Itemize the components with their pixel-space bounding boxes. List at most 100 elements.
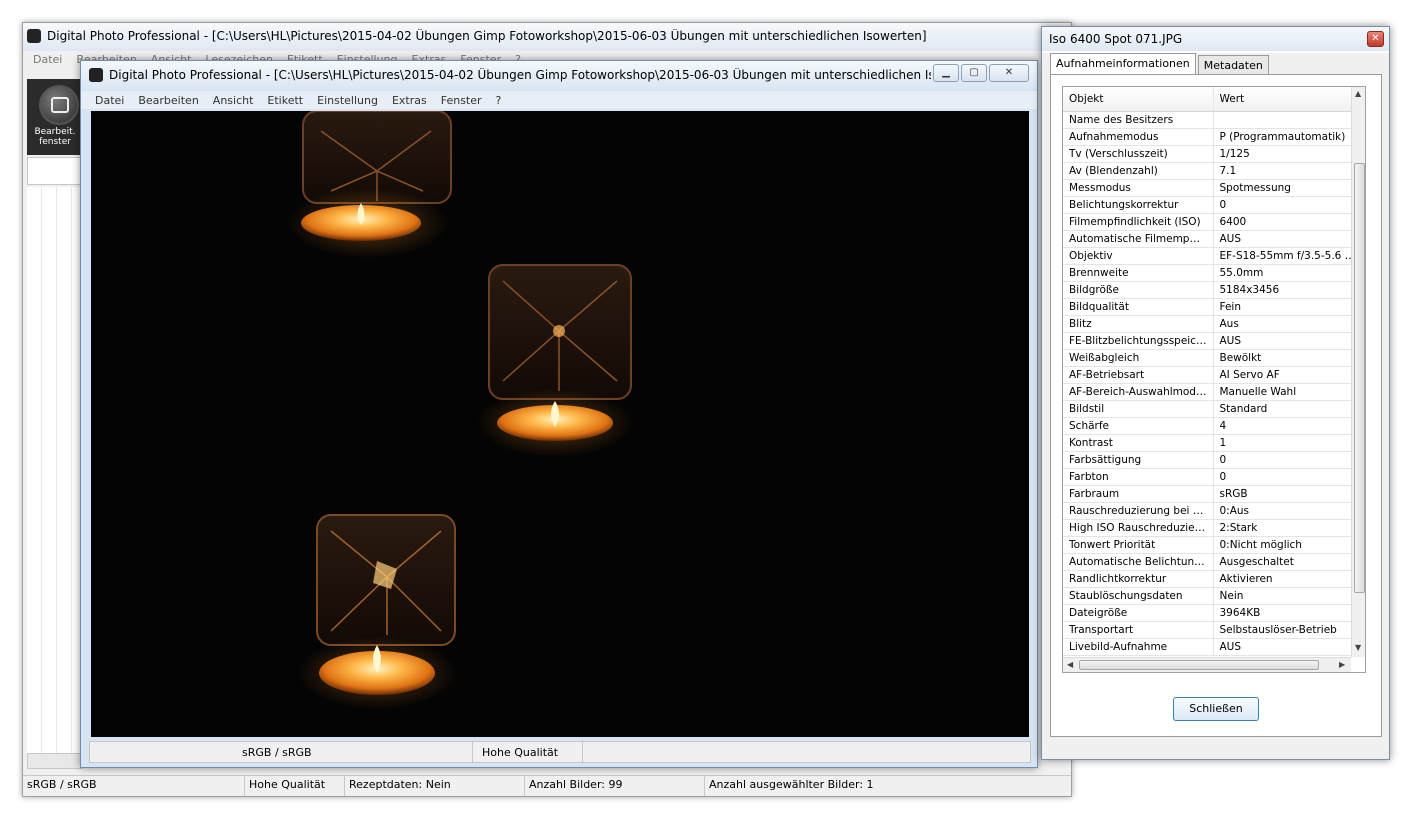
info-row[interactable]: AF-Bereich-Auswahlmodus Manuelle Wahl: [1063, 383, 1363, 401]
info-row[interactable]: Kontrast 1: [1063, 434, 1363, 452]
image-menu-extras[interactable]: Extras: [392, 94, 427, 107]
info-object: Bildqualität: [1063, 298, 1214, 316]
info-row[interactable]: Bildqualität Fein: [1063, 298, 1363, 316]
info-value: Fein: [1213, 298, 1363, 316]
info-value: Spotmessung: [1213, 179, 1363, 197]
schliessen-button[interactable]: Schließen: [1173, 697, 1259, 721]
image-menu-ansicht[interactable]: Ansicht: [213, 94, 254, 107]
info-row[interactable]: Tonwert Priorität 0:Nicht möglich: [1063, 536, 1363, 554]
vertical-scrollbar[interactable]: ▲ ▼: [1351, 87, 1365, 657]
maximize-icon: ▢: [969, 67, 979, 78]
info-row[interactable]: Av (Blendenzahl) 7.1: [1063, 162, 1363, 180]
minimize-button[interactable]: ▁: [933, 64, 959, 82]
dialog-title-bar[interactable]: Iso 6400 Spot 071.JPG ✕: [1042, 27, 1389, 51]
image-title-bar[interactable]: Digital Photo Professional - [C:\Users\H…: [81, 61, 1037, 89]
scroll-right-icon[interactable]: ▶: [1339, 660, 1345, 669]
info-row[interactable]: Automatische Filmempfindli... AUS: [1063, 230, 1363, 248]
info-row[interactable]: Tv (Verschlusszeit) 1/125: [1063, 145, 1363, 163]
candle-3: [297, 514, 457, 709]
image-window-title: Digital Photo Professional - [C:\Users\H…: [109, 68, 931, 82]
info-row[interactable]: High ISO Rauschreduzierung 2:Stark: [1063, 519, 1363, 537]
info-row[interactable]: Brennweite 55.0mm: [1063, 264, 1363, 282]
status-image-count: Anzahl Bilder: 99: [525, 776, 705, 796]
info-value: [1213, 111, 1363, 129]
vertical-scroll-thumb[interactable]: [1354, 163, 1365, 593]
image-status-divider: [472, 742, 473, 762]
info-value: AUS: [1213, 230, 1363, 248]
info-object: Objektiv: [1063, 247, 1214, 265]
app-camera-icon: [27, 29, 41, 43]
info-value: Standard: [1213, 400, 1363, 418]
info-row[interactable]: Randlichtkorrektur Aktivieren: [1063, 570, 1363, 588]
scroll-up-icon[interactable]: ▲: [1355, 89, 1361, 98]
info-value: 0: [1213, 196, 1363, 214]
horizontal-scroll-thumb[interactable]: [1079, 660, 1319, 670]
tab-aufnahmeinformationen[interactable]: Aufnahmeinformationen: [1050, 53, 1196, 75]
info-row[interactable]: Transportart Selbstauslöser-Betrieb: [1063, 621, 1363, 639]
info-object: Randlichtkorrektur: [1063, 570, 1214, 588]
info-value: 1: [1213, 434, 1363, 452]
info-row[interactable]: Messmodus Spotmessung: [1063, 179, 1363, 197]
image-menu-einstellung[interactable]: Einstellung: [317, 94, 378, 107]
info-row[interactable]: Staublöschungsdaten Nein: [1063, 587, 1363, 605]
left-panel-list[interactable]: [27, 187, 83, 761]
info-row[interactable]: Bildstil Standard: [1063, 400, 1363, 418]
main-menu-datei[interactable]: Datei: [33, 53, 62, 66]
info-value: Aus: [1213, 315, 1363, 333]
info-value: 5184x3456: [1213, 281, 1363, 299]
tab-metadaten[interactable]: Metadaten: [1197, 55, 1269, 75]
horizontal-scrollbar[interactable]: ◀ ▶: [1063, 657, 1351, 672]
info-object: Tv (Verschlusszeit): [1063, 145, 1214, 163]
info-table[interactable]: Objekt Wert Name des Besitzers Aufnahmemo…: [1062, 86, 1366, 673]
info-object: Farbraum: [1063, 485, 1214, 503]
info-object: Brennweite: [1063, 264, 1214, 282]
dialog-close-x-button[interactable]: ✕: [1367, 31, 1384, 47]
image-menu-datei[interactable]: Datei: [95, 94, 124, 107]
image-menu-bearbeiten[interactable]: Bearbeiten: [138, 94, 198, 107]
image-menu-help[interactable]: ?: [496, 94, 502, 107]
info-row[interactable]: Farbton 0: [1063, 468, 1363, 486]
info-row[interactable]: Schärfe 4: [1063, 417, 1363, 435]
info-row[interactable]: Rauschreduzierung bei Lan... 0:Aus: [1063, 502, 1363, 520]
info-value: AI Servo AF: [1213, 366, 1363, 384]
info-row[interactable]: Dateigröße 3964KB: [1063, 604, 1363, 622]
info-row[interactable]: Objektiv EF-S18-55mm f/3.5-5.6 IS II: [1063, 247, 1363, 265]
image-camera-icon: [89, 68, 103, 82]
minimize-icon: ▁: [942, 67, 950, 78]
main-title-bar[interactable]: Digital Photo Professional - [C:\Users\H…: [23, 23, 1071, 51]
info-row[interactable]: Livebild-Aufnahme AUS: [1063, 638, 1363, 656]
info-object: Blitz: [1063, 315, 1214, 333]
maximize-button[interactable]: ▢: [961, 64, 987, 82]
info-row[interactable]: Farbraum sRGB: [1063, 485, 1363, 503]
scroll-down-icon[interactable]: ▼: [1355, 643, 1361, 652]
info-row[interactable]: Name des Besitzers: [1063, 111, 1363, 129]
info-value: AUS: [1213, 638, 1363, 656]
image-status-bar: sRGB / sRGB Hohe Qualität: [89, 741, 1031, 763]
image-close-button[interactable]: ✕: [989, 64, 1029, 82]
image-status-divider-2: [582, 742, 583, 762]
info-object: Aufnahmemodus: [1063, 128, 1214, 146]
header-objekt[interactable]: Objekt: [1063, 87, 1214, 112]
photo-canvas[interactable]: [91, 111, 1029, 737]
info-object: Automatische Belichtungso...: [1063, 553, 1214, 571]
scroll-left-icon[interactable]: ◀: [1067, 660, 1073, 669]
info-row[interactable]: Weißabgleich Bewölkt: [1063, 349, 1363, 367]
info-row[interactable]: Belichtungskorrektur 0: [1063, 196, 1363, 214]
edit-window-button[interactable]: [39, 85, 79, 125]
left-panel-header: [27, 157, 83, 185]
info-row[interactable]: Filmempfindlichkeit (ISO) 6400: [1063, 213, 1363, 231]
info-row[interactable]: Bildgröße 5184x3456: [1063, 281, 1363, 299]
image-menu-fenster[interactable]: Fenster: [441, 94, 482, 107]
info-value: 55.0mm: [1213, 264, 1363, 282]
left-panel-scrollbar[interactable]: [27, 753, 83, 769]
candle-2: [477, 264, 633, 457]
info-row[interactable]: Farbsättigung 0: [1063, 451, 1363, 469]
image-menu-etikett[interactable]: Etikett: [267, 94, 303, 107]
status-quality: Hohe Qualität: [245, 776, 345, 796]
info-row[interactable]: Automatische Belichtungso... Ausgeschalte…: [1063, 553, 1363, 571]
info-row[interactable]: Aufnahmemodus P (Programmautomatik): [1063, 128, 1363, 146]
header-wert[interactable]: Wert: [1213, 87, 1363, 112]
info-row[interactable]: Blitz Aus: [1063, 315, 1363, 333]
info-row[interactable]: AF-Betriebsart AI Servo AF: [1063, 366, 1363, 384]
info-row[interactable]: FE-Blitzbelichtungsspeicher... AUS: [1063, 332, 1363, 350]
